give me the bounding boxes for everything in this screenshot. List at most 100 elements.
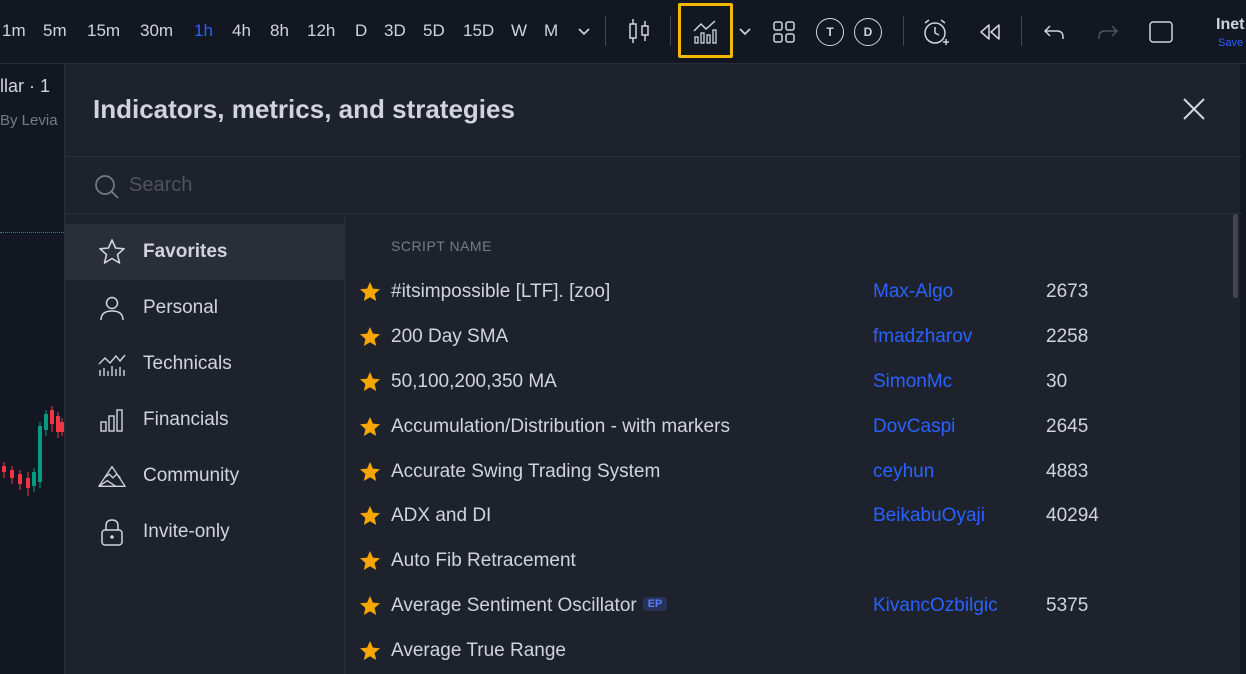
timeframe-5m[interactable]: 5m: [43, 21, 67, 41]
sidebar-item-technicals[interactable]: Technicals: [65, 336, 344, 392]
undo-icon[interactable]: [1040, 18, 1068, 46]
script-likes-count: 2673: [1046, 281, 1089, 302]
close-icon: [1183, 98, 1205, 120]
script-row[interactable]: Average True Range: [346, 629, 1226, 673]
candles-icon[interactable]: [624, 16, 654, 46]
sidebar-item-label: Favorites: [143, 241, 228, 262]
timeframe-30m[interactable]: 30m: [140, 21, 173, 41]
financials-bars-icon: [97, 405, 127, 435]
layout-grid-icon[interactable]: [770, 18, 798, 46]
script-row[interactable]: 50,100,200,350 MA SimonMc 30: [346, 360, 1226, 404]
timeframe-1h[interactable]: 1h: [194, 21, 213, 41]
early-preview-badge: EP: [642, 596, 668, 611]
script-author-link[interactable]: DovCaspi: [873, 416, 955, 438]
script-name: Accurate Swing Trading System: [391, 461, 661, 482]
alarm-clock-add-icon[interactable]: [920, 16, 952, 48]
script-name: 50,100,200,350 MA: [391, 371, 557, 392]
chart-price-line: [0, 232, 64, 233]
sidebar-item-community[interactable]: Community: [65, 448, 344, 504]
star-filled-icon[interactable]: [358, 370, 382, 399]
script-row[interactable]: 200 Day SMA fmadzharov 2258: [346, 315, 1226, 359]
lock-icon: [97, 517, 127, 547]
fullscreen-square-icon[interactable]: [1146, 17, 1176, 47]
save-status[interactable]: Save: [1218, 37, 1243, 49]
star-filled-icon[interactable]: [358, 504, 382, 533]
script-likes-count: 2258: [1046, 326, 1089, 347]
script-author-link[interactable]: Max-Algo: [873, 281, 953, 303]
timeframe-3d[interactable]: 3D: [384, 21, 406, 41]
timeframe-1m[interactable]: 1m: [2, 21, 26, 41]
community-mountain-icon: [97, 461, 127, 491]
star-filled-icon[interactable]: [358, 594, 382, 623]
list-scrollbar[interactable]: [1233, 214, 1238, 298]
layout-name[interactable]: Inet: [1216, 16, 1244, 34]
star-filled-icon[interactable]: [358, 460, 382, 489]
script-row[interactable]: ADX and DI BeikabuOyaji 40294: [346, 494, 1226, 538]
sidebar-item-financials[interactable]: Financials: [65, 392, 344, 448]
timeframe-chevron-down-icon[interactable]: [576, 24, 592, 40]
star-outline-icon: [97, 237, 127, 267]
chart-symbol-title: llar · 1: [0, 76, 51, 96]
script-list: SCRIPT NAME #itsimpossible [LTF]. [zoo] …: [346, 214, 1236, 674]
toolbar-separator: [605, 16, 606, 46]
script-likes-count: 30: [1046, 371, 1068, 392]
script-row[interactable]: #itsimpossible [LTF]. [zoo] Max-Algo 267…: [346, 270, 1226, 314]
script-author-link[interactable]: ceyhun: [873, 461, 934, 483]
chart-candles: [2, 406, 64, 496]
timeframe-15m[interactable]: 15m: [87, 21, 120, 41]
timeframe-5d[interactable]: 5D: [423, 21, 445, 41]
script-name: 200 Day SMA: [391, 326, 509, 347]
replay-rewind-icon[interactable]: [976, 18, 1004, 46]
template-d-button[interactable]: D: [854, 18, 882, 46]
sidebar-item-label: Invite-only: [143, 521, 230, 542]
star-filled-icon[interactable]: [358, 549, 382, 578]
dialog-title: Indicators, metrics, and strategies: [93, 94, 515, 124]
indicators-icon[interactable]: [690, 16, 720, 46]
toolbar-separator: [670, 16, 671, 46]
close-button[interactable]: [1179, 94, 1211, 126]
timeframe-8h[interactable]: 8h: [270, 21, 289, 41]
sidebar-item-invite-only[interactable]: Invite-only: [65, 504, 344, 560]
search-bar: [65, 157, 1241, 213]
timeframe-w[interactable]: W: [511, 21, 527, 41]
timeframe-12h[interactable]: 12h: [307, 21, 335, 41]
script-name-text: Average Sentiment Oscillator: [391, 595, 637, 616]
redo-icon[interactable]: [1094, 18, 1122, 46]
indicators-dialog: Indicators, metrics, and strategies Favo…: [64, 64, 1241, 674]
script-name: Average Sentiment Oscillator EP: [391, 595, 668, 617]
script-row[interactable]: Auto Fib Retracement: [346, 539, 1226, 583]
template-t-button[interactable]: T: [816, 18, 844, 46]
star-filled-icon[interactable]: [358, 280, 382, 309]
timeframe-15d[interactable]: 15D: [463, 21, 494, 41]
top-toolbar: 1m 5m 15m 30m 1h 4h 8h 12h D 3D 5D 15D W…: [0, 0, 1246, 64]
chart-author: By Levia: [0, 112, 58, 129]
script-row[interactable]: Accumulation/Distribution - with markers…: [346, 405, 1226, 449]
star-filled-icon[interactable]: [358, 415, 382, 444]
category-sidebar: Favorites Personal Technicals Financials…: [65, 214, 345, 674]
toolbar-separator: [903, 16, 904, 46]
script-author-link[interactable]: fmadzharov: [873, 326, 972, 348]
sidebar-item-favorites[interactable]: Favorites: [65, 224, 344, 280]
script-name: ADX and DI: [391, 505, 492, 526]
script-name: #itsimpossible [LTF]. [zoo]: [391, 281, 611, 302]
script-row[interactable]: Average Sentiment Oscillator EP KivancOzb…: [346, 584, 1226, 628]
script-row[interactable]: Accurate Swing Trading System ceyhun 488…: [346, 450, 1226, 494]
script-likes-count: 2645: [1046, 416, 1089, 437]
star-filled-icon[interactable]: [358, 325, 382, 354]
script-author-link[interactable]: BeikabuOyaji: [873, 505, 985, 527]
star-filled-icon[interactable]: [358, 639, 382, 668]
timeframe-4h[interactable]: 4h: [232, 21, 251, 41]
sidebar-item-personal[interactable]: Personal: [65, 280, 344, 336]
sidebar-item-label: Financials: [143, 409, 229, 430]
search-icon: [93, 173, 121, 206]
user-icon: [97, 293, 127, 323]
script-author-link[interactable]: SimonMc: [873, 371, 952, 393]
sidebar-item-label: Community: [143, 465, 240, 486]
sidebar-item-label: Technicals: [143, 353, 232, 374]
script-likes-count: 5375: [1046, 595, 1089, 616]
script-author-link[interactable]: KivancOzbilgic: [873, 595, 998, 617]
timeframe-d[interactable]: D: [355, 21, 367, 41]
indicators-chevron-down-icon[interactable]: [737, 24, 753, 40]
timeframe-m[interactable]: M: [544, 21, 558, 41]
search-input[interactable]: [129, 167, 1209, 203]
